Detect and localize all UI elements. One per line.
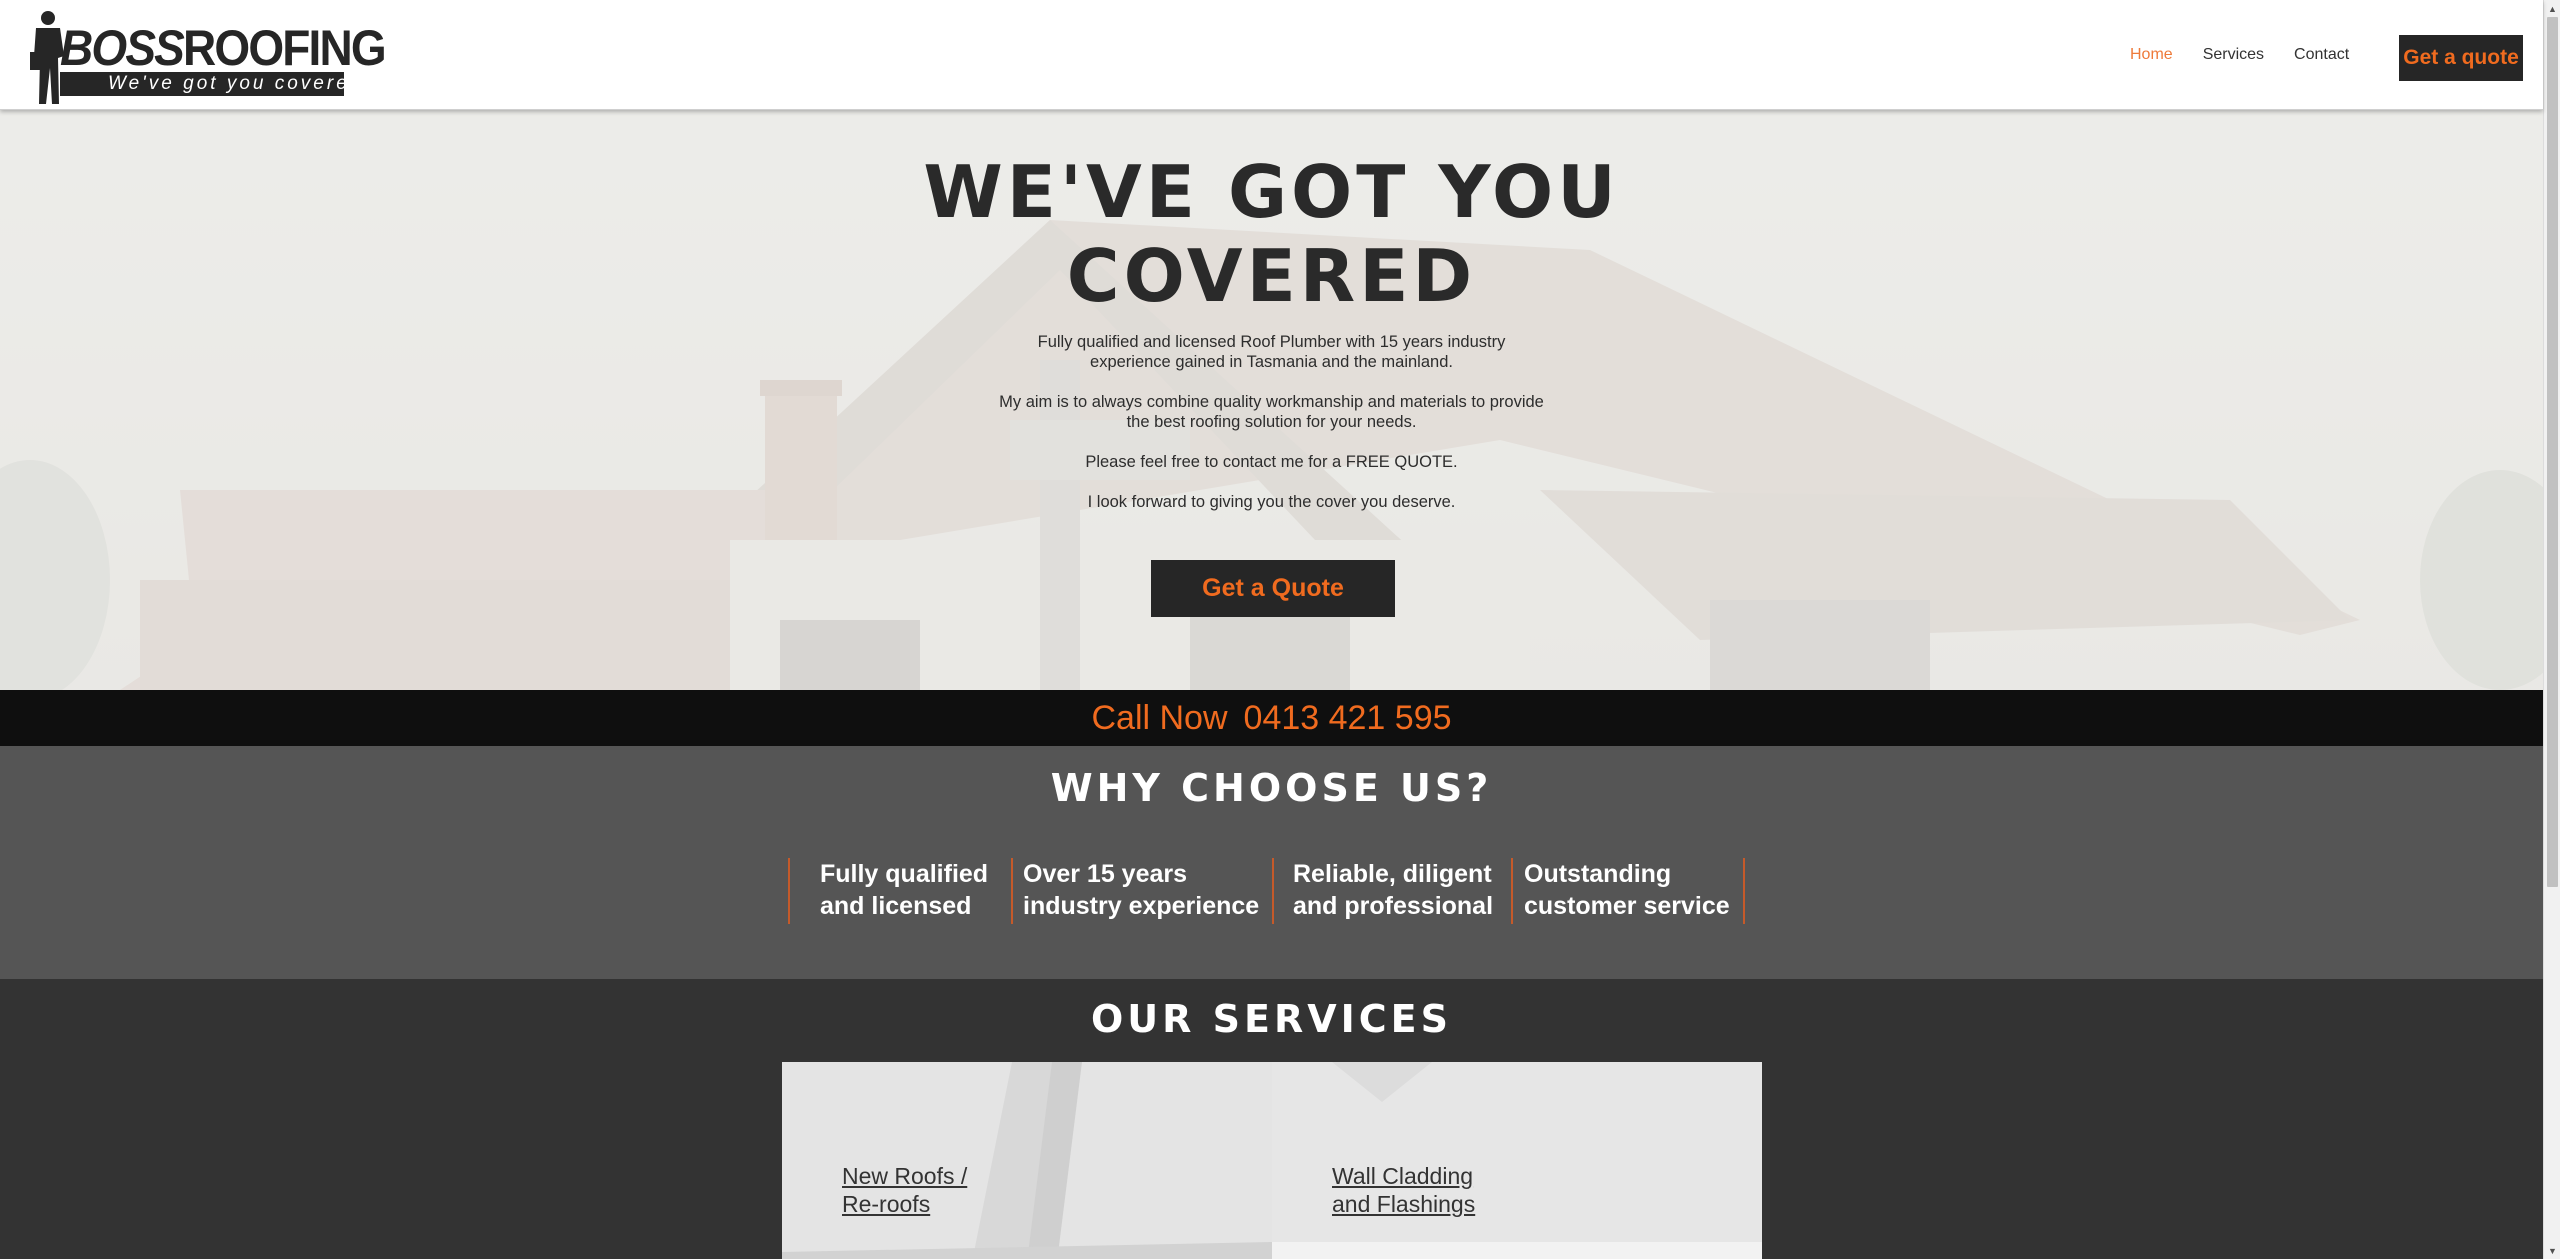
divider — [788, 858, 790, 924]
logo-tagline: We've got you covered — [60, 72, 360, 96]
service-link-new-roofs[interactable]: New Roofs / Re-roofs — [842, 1162, 967, 1218]
get-a-quote-nav-button[interactable]: Get a quote — [2399, 35, 2523, 81]
hero-paragraph-2: My aim is to always combine quality work… — [999, 393, 1544, 431]
hero-paragraph-4: I look forward to giving you the cover y… — [1087, 493, 1456, 511]
call-now-bar[interactable]: Call Now 0413 421 595 — [0, 690, 2543, 746]
divider — [1272, 858, 1274, 924]
hero-paragraph-3: Please feel free to contact me for a FRE… — [1085, 453, 1458, 471]
divider — [1743, 858, 1745, 924]
corrugated-roof-image — [782, 1062, 1272, 1259]
phone-number[interactable]: 0413 421 595 — [1244, 699, 1452, 738]
service-card-new-roofs[interactable]: New Roofs / Re-roofs — [782, 1062, 1272, 1259]
wall-cladding-image — [1272, 1062, 1762, 1259]
scroll-thumb[interactable] — [2547, 17, 2558, 887]
why-choose-us-title: WHY CHOOSE US? — [1050, 766, 1493, 810]
nav-contact[interactable]: Contact — [2294, 46, 2349, 64]
nav-services[interactable]: Services — [2203, 46, 2264, 64]
our-services-title: OUR SERVICES — [1091, 997, 1452, 1041]
page: BOSSROOFING We've got you covered Home S… — [0, 0, 2560, 1259]
service-card-wall-cladding[interactable]: Wall Cladding and Flashings — [1272, 1062, 1762, 1259]
hero-paragraph-1: Fully qualified and licensed Roof Plumbe… — [1037, 333, 1506, 371]
logo-wordmark: BOSSROOFING — [60, 20, 387, 76]
why-item-reliable: Reliable, diligent and professional — [1293, 860, 1494, 920]
get-a-quote-hero-button[interactable]: Get a Quote — [1151, 560, 1395, 617]
why-item-experience: Over 15 years industry experience — [1023, 860, 1260, 920]
why-item-service: Outstanding customer service — [1524, 860, 1730, 920]
hero-title: WE'VE GOT YOU COVERED — [923, 150, 1620, 318]
call-now-label: Call Now — [1091, 698, 1228, 737]
divider — [1011, 858, 1013, 924]
service-link-wall-cladding[interactable]: Wall Cladding and Flashings — [1332, 1162, 1475, 1218]
divider — [1511, 858, 1513, 924]
scroll-down-arrow-icon[interactable]: ▼ — [2544, 1242, 2560, 1259]
logo[interactable]: BOSSROOFING We've got you covered — [26, 8, 387, 106]
page-scrollbar[interactable]: ▲ ▼ — [2543, 0, 2560, 1259]
nav-home[interactable]: Home — [2130, 46, 2173, 64]
hero-section: WE'VE GOT YOU COVERED Fully qualified an… — [0, 110, 2543, 690]
main-nav: Home Services Contact — [2130, 0, 2379, 110]
our-services-section: OUR SERVICES New Roofs / Re-roofs Wall Cl… — [0, 979, 2543, 1259]
scroll-up-arrow-icon[interactable]: ▲ — [2544, 0, 2560, 17]
why-item-qualified: Fully qualified and licensed — [820, 860, 989, 920]
why-choose-us-section: WHY CHOOSE US? Fully qualified and licens… — [0, 746, 2543, 979]
site-header: BOSSROOFING We've got you covered Home S… — [0, 0, 2543, 110]
